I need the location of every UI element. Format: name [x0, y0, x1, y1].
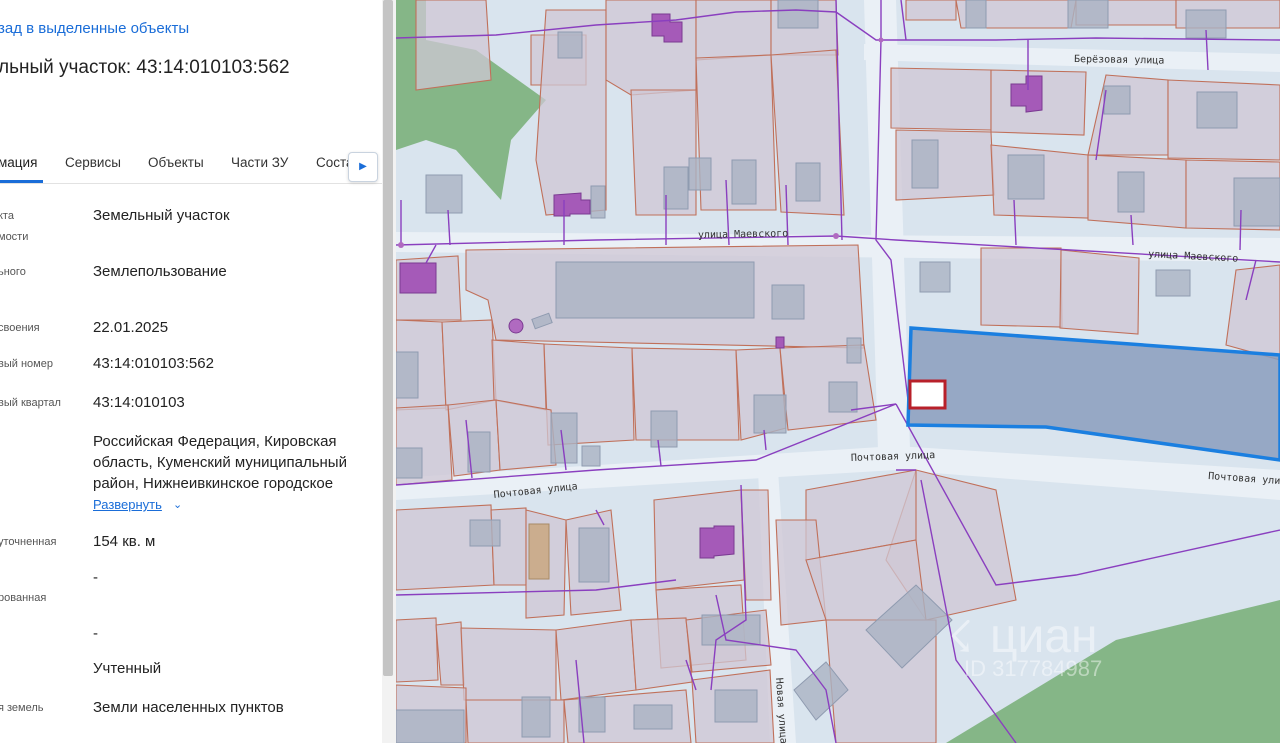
field-value-address: Российская Федерация, Кировская область,…: [93, 433, 347, 492]
field-value-land-category: Земли населенных пунктов: [93, 699, 284, 716]
tab-objects[interactable]: Объекты: [148, 155, 204, 170]
tab-information[interactable]: мация: [0, 155, 37, 170]
field-value-area: 154 кв. м: [93, 533, 156, 550]
watermark-id: ID 317784987: [964, 656, 1102, 681]
field-label-assign-date: своения: [0, 322, 40, 334]
street-label-berezovaya: Берёзовая улица: [1074, 54, 1164, 67]
selected-parcel[interactable]: [906, 326, 1280, 462]
tab-parts[interactable]: Части ЗУ: [231, 155, 288, 170]
road-vertical-main: [864, 0, 910, 450]
field-value-object-type: Земельный участок: [93, 207, 230, 224]
field-label-area-specified: уточненная: [0, 536, 57, 548]
tan-building: [528, 523, 550, 580]
chevron-right-icon: ▶: [359, 161, 367, 172]
field-label-cadastral-quarter: вый квартал: [0, 397, 61, 409]
field-value-empty: -: [93, 625, 98, 642]
road-berezovaya: [864, 44, 1280, 72]
watermark-logo-icon: ☇: [948, 613, 973, 662]
field-label-object-type-2: мости: [0, 231, 29, 243]
expand-address-link[interactable]: Развернуть: [93, 497, 162, 512]
field-value-subtype: Землепользование: [93, 263, 227, 280]
field-label-cadastral-number: вый номер: [0, 358, 53, 370]
watermark: ☇ циан ID 317784987: [948, 610, 1102, 681]
tab-bar: мация Сервисы Объекты Части ЗУ Соста: [0, 145, 382, 184]
back-to-selected-link[interactable]: зад в выделенные объекты: [0, 20, 189, 37]
field-value-cadastral-quarter: 43:14:010103: [93, 394, 185, 411]
purple-point: [508, 318, 524, 334]
field-label-land-category: я земель: [0, 702, 44, 714]
chevron-down-icon: ⌄: [173, 499, 183, 511]
map-canvas[interactable]: Берёзовая улица улица Маевского улица Ма…: [396, 0, 1280, 743]
tab-scroll-right-button[interactable]: ▶: [348, 152, 378, 182]
parcel-marker[interactable]: [908, 379, 947, 410]
street-label-maevskogo-1: улица Маевского: [698, 228, 788, 241]
field-label-object-type: кта: [0, 210, 14, 222]
field-value-declared: -: [93, 569, 98, 586]
tab-services[interactable]: Сервисы: [65, 155, 121, 170]
field-value-status: Учтенный: [93, 660, 162, 677]
field-label-declared: рованная: [0, 592, 47, 604]
panel-scrollbar[interactable]: [383, 0, 393, 676]
cadastral-map[interactable]: Берёзовая улица улица Маевского улица Ма…: [396, 0, 1280, 743]
field-label-subtype: ьного: [0, 266, 26, 278]
page-title: льный участок: 43:14:010103:562: [0, 57, 290, 78]
active-tab-indicator: [0, 180, 43, 183]
field-value-cadastral-number: 43:14:010103:562: [93, 355, 214, 372]
field-value-assign-date: 22.01.2025: [93, 319, 169, 336]
info-panel: зад в выделенные объекты льный участок: …: [0, 0, 382, 743]
